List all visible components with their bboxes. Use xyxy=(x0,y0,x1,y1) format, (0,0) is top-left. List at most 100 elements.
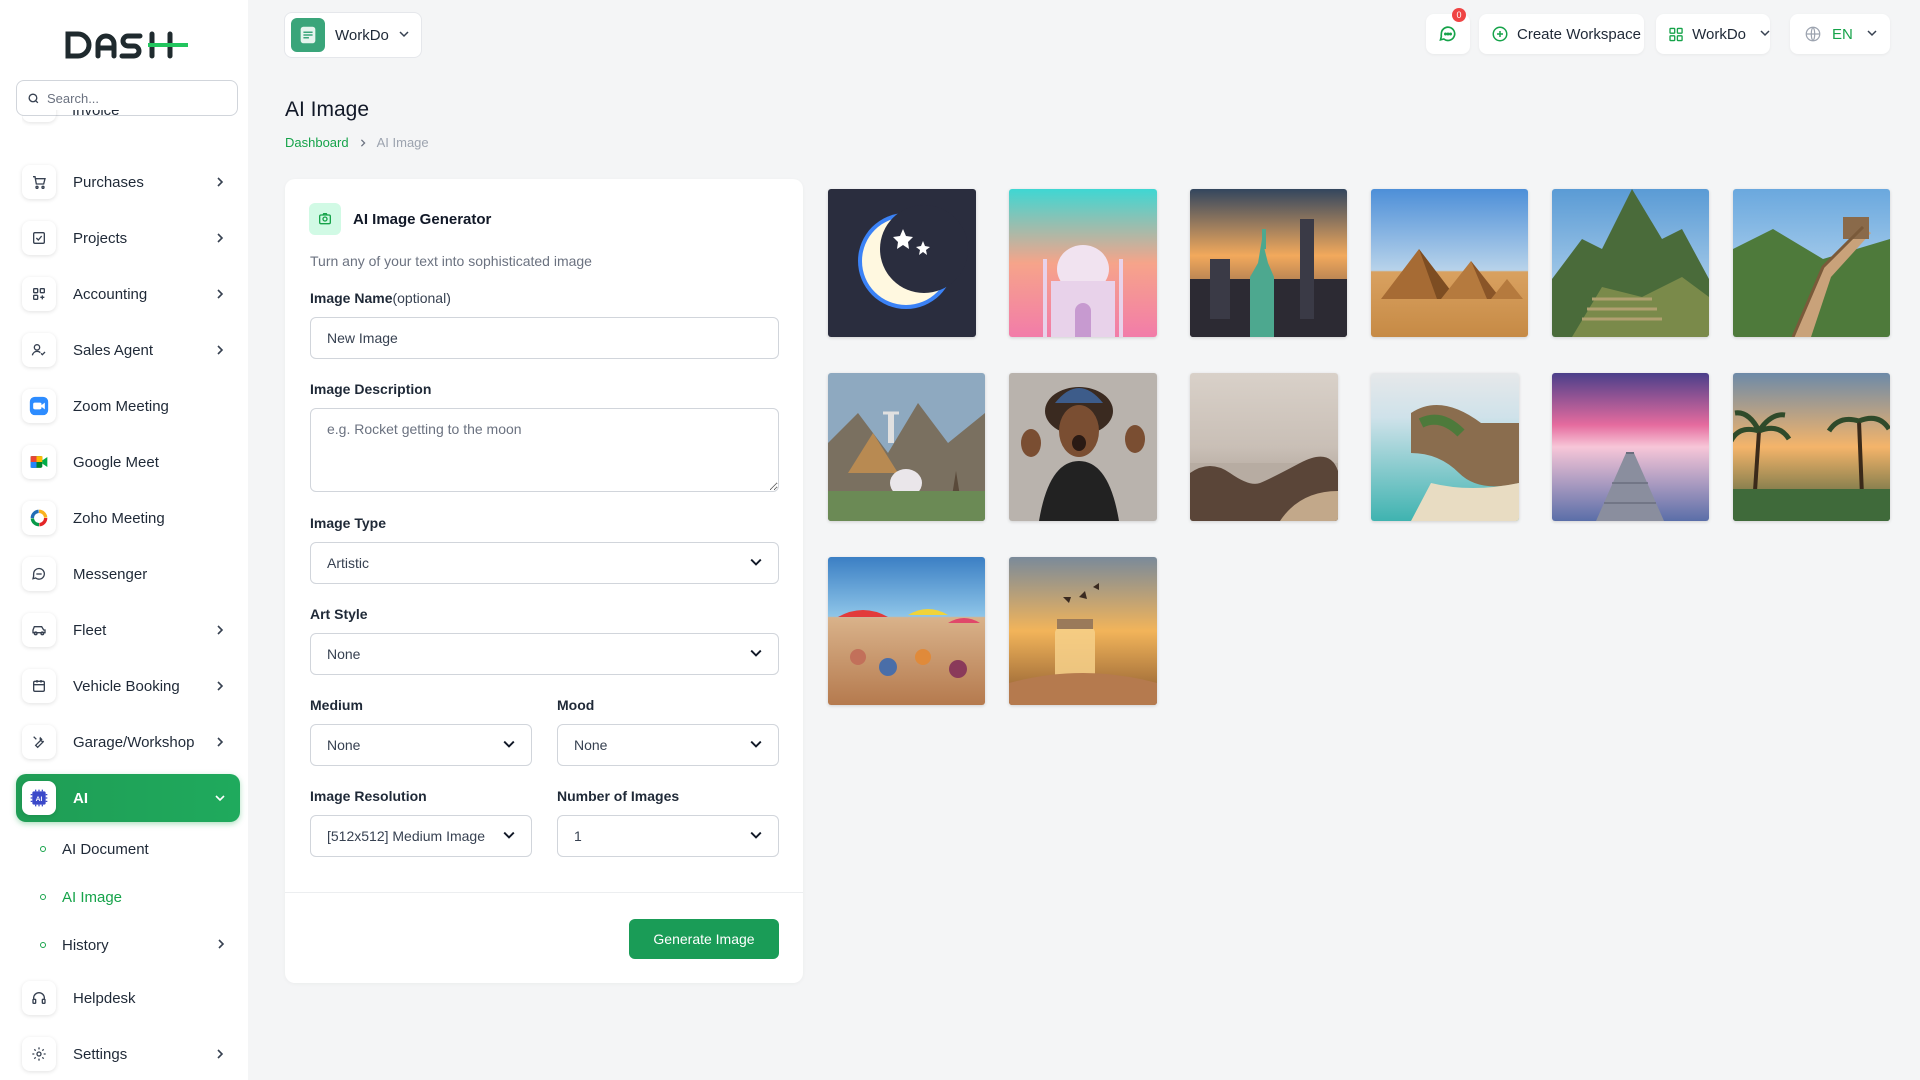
chevron-right-icon xyxy=(210,625,230,635)
google-meet-icon xyxy=(22,445,56,479)
mood-select[interactable]: None xyxy=(557,724,779,766)
card-title: AI Image Generator xyxy=(353,210,492,228)
image-resolution-label: Image Resolution xyxy=(310,788,427,804)
number-of-images-label: Number of Images xyxy=(557,788,680,804)
great-wall-image[interactable] xyxy=(1733,189,1890,337)
chevron-down-icon xyxy=(503,737,515,753)
image-type-select[interactable]: Artistic xyxy=(310,542,779,584)
breadcrumb-dashboard-link[interactable]: Dashboard xyxy=(285,135,349,150)
bullet-icon xyxy=(40,846,46,852)
notifications-button[interactable]: 0 xyxy=(1426,8,1470,54)
taj-mahal-image[interactable] xyxy=(1009,189,1157,337)
user-check-icon xyxy=(22,333,56,367)
medium-select[interactable]: None xyxy=(310,724,532,766)
chevron-down-icon xyxy=(750,828,762,844)
art-style-label: Art Style xyxy=(310,606,368,622)
chevron-right-icon xyxy=(210,345,230,355)
workspace-switcher[interactable]: WorkDo xyxy=(284,12,422,58)
sidebar-item-purchases[interactable]: Purchases xyxy=(16,158,240,206)
search-input[interactable] xyxy=(47,90,217,106)
pier-sunset-image[interactable] xyxy=(1552,373,1709,521)
wrench-icon xyxy=(22,725,56,759)
chevron-right-icon xyxy=(210,177,230,187)
card-subtitle: Turn any of your text into sophisticated… xyxy=(310,253,592,269)
ai-chip-icon: AI xyxy=(22,781,56,815)
rocky-shore-image[interactable] xyxy=(1190,373,1338,521)
chevron-right-icon xyxy=(359,136,367,150)
sidebar-item-settings[interactable]: Settings xyxy=(16,1030,240,1078)
gear-icon xyxy=(22,1037,56,1071)
chevron-down-icon xyxy=(750,555,762,571)
palm-beach-sunset-image[interactable] xyxy=(1733,373,1890,521)
sidebar-item-helpdesk[interactable]: Helpdesk xyxy=(16,974,240,1022)
chevron-down-icon xyxy=(750,646,762,662)
sidebar-item-garage-workshop[interactable]: Garage/Workshop xyxy=(16,718,240,766)
chevron-down-icon xyxy=(399,26,409,44)
create-workspace-button[interactable]: Create Workspace xyxy=(1479,14,1644,54)
chevron-down-icon xyxy=(1867,25,1877,43)
statue-of-liberty-image[interactable] xyxy=(1190,189,1347,337)
crescent-moon-image[interactable] xyxy=(828,189,976,337)
sidebar-item-fleet[interactable]: Fleet xyxy=(16,606,240,654)
sidebar-subitem-ai-image[interactable]: AI Image xyxy=(38,882,238,912)
excited-woman-image[interactable] xyxy=(1009,373,1157,521)
tropical-coast-image[interactable] xyxy=(1371,373,1519,521)
plus-circle-icon xyxy=(1492,26,1508,42)
generate-image-button[interactable]: Generate Image xyxy=(629,919,779,959)
image-description-label: Image Description xyxy=(310,381,432,397)
chevron-down-icon xyxy=(750,737,762,753)
butterfly-jar-image[interactable] xyxy=(1009,557,1157,705)
sidebar-subitem-history[interactable]: History xyxy=(38,930,238,960)
sidebar-item-invoice-partial[interactable]: Invoice xyxy=(22,110,222,126)
sidebar-item-ai[interactable]: AI AI xyxy=(16,774,240,822)
chevron-right-icon xyxy=(210,233,230,243)
breadcrumb: Dashboard AI Image xyxy=(285,135,429,150)
zoho-icon xyxy=(22,501,56,535)
pyramids-image[interactable] xyxy=(1371,189,1528,337)
chevron-right-icon xyxy=(210,737,230,747)
image-name-label: Image Name(optional) xyxy=(310,290,451,306)
sidebar-item-sales-agent[interactable]: Sales Agent xyxy=(16,326,240,374)
image-type-label: Image Type xyxy=(310,515,386,531)
workspace-menu[interactable]: WorkDo xyxy=(1656,14,1770,54)
calendar-icon xyxy=(22,669,56,703)
medium-label: Medium xyxy=(310,697,363,713)
bullet-icon xyxy=(40,942,46,948)
sidebar-item-zoom-meeting[interactable]: Zoom Meeting xyxy=(16,382,240,430)
number-of-images-select[interactable]: 1 xyxy=(557,815,779,857)
chevron-right-icon xyxy=(216,936,226,954)
image-resolution-select[interactable]: [512x512] Medium Image xyxy=(310,815,532,857)
chevron-down-icon xyxy=(503,828,515,844)
card-header: AI Image Generator xyxy=(309,203,491,235)
sidebar-item-vehicle-booking[interactable]: Vehicle Booking xyxy=(16,662,240,710)
chevron-right-icon xyxy=(210,1049,230,1059)
sidebar-item-google-meet[interactable]: Google Meet xyxy=(16,438,240,486)
dash-logo[interactable] xyxy=(64,28,190,62)
world-wonders-collage-image[interactable] xyxy=(828,373,985,521)
crowded-beach-image[interactable] xyxy=(828,557,985,705)
chevron-down-icon xyxy=(1760,25,1770,43)
globe-icon xyxy=(1805,26,1821,42)
headset-icon xyxy=(22,981,56,1015)
chevron-down-icon xyxy=(210,793,230,803)
machu-picchu-image[interactable] xyxy=(1552,189,1709,337)
notification-badge: 0 xyxy=(1452,8,1466,22)
art-style-select[interactable]: None xyxy=(310,633,779,675)
card-divider xyxy=(285,892,803,893)
sidebar-item-projects[interactable]: Projects xyxy=(16,214,240,262)
breadcrumb-current: AI Image xyxy=(376,135,429,150)
sidebar-item-messenger[interactable]: Messenger xyxy=(16,550,240,598)
image-name-input[interactable] xyxy=(310,317,779,359)
chevron-right-icon xyxy=(210,289,230,299)
sidebar-item-accounting[interactable]: Accounting xyxy=(16,270,240,318)
sidebar: Invoice Purchases Projects Accounting Sa… xyxy=(0,0,248,1080)
cart-icon xyxy=(22,165,56,199)
message-icon xyxy=(22,557,56,591)
image-icon xyxy=(309,203,341,235)
car-icon xyxy=(22,613,56,647)
sidebar-subitem-ai-document[interactable]: AI Document xyxy=(38,834,238,864)
image-description-textarea[interactable] xyxy=(310,408,779,492)
search-icon xyxy=(28,92,39,103)
sidebar-item-zoho-meeting[interactable]: Zoho Meeting xyxy=(16,494,240,542)
language-selector[interactable]: EN xyxy=(1790,14,1890,54)
